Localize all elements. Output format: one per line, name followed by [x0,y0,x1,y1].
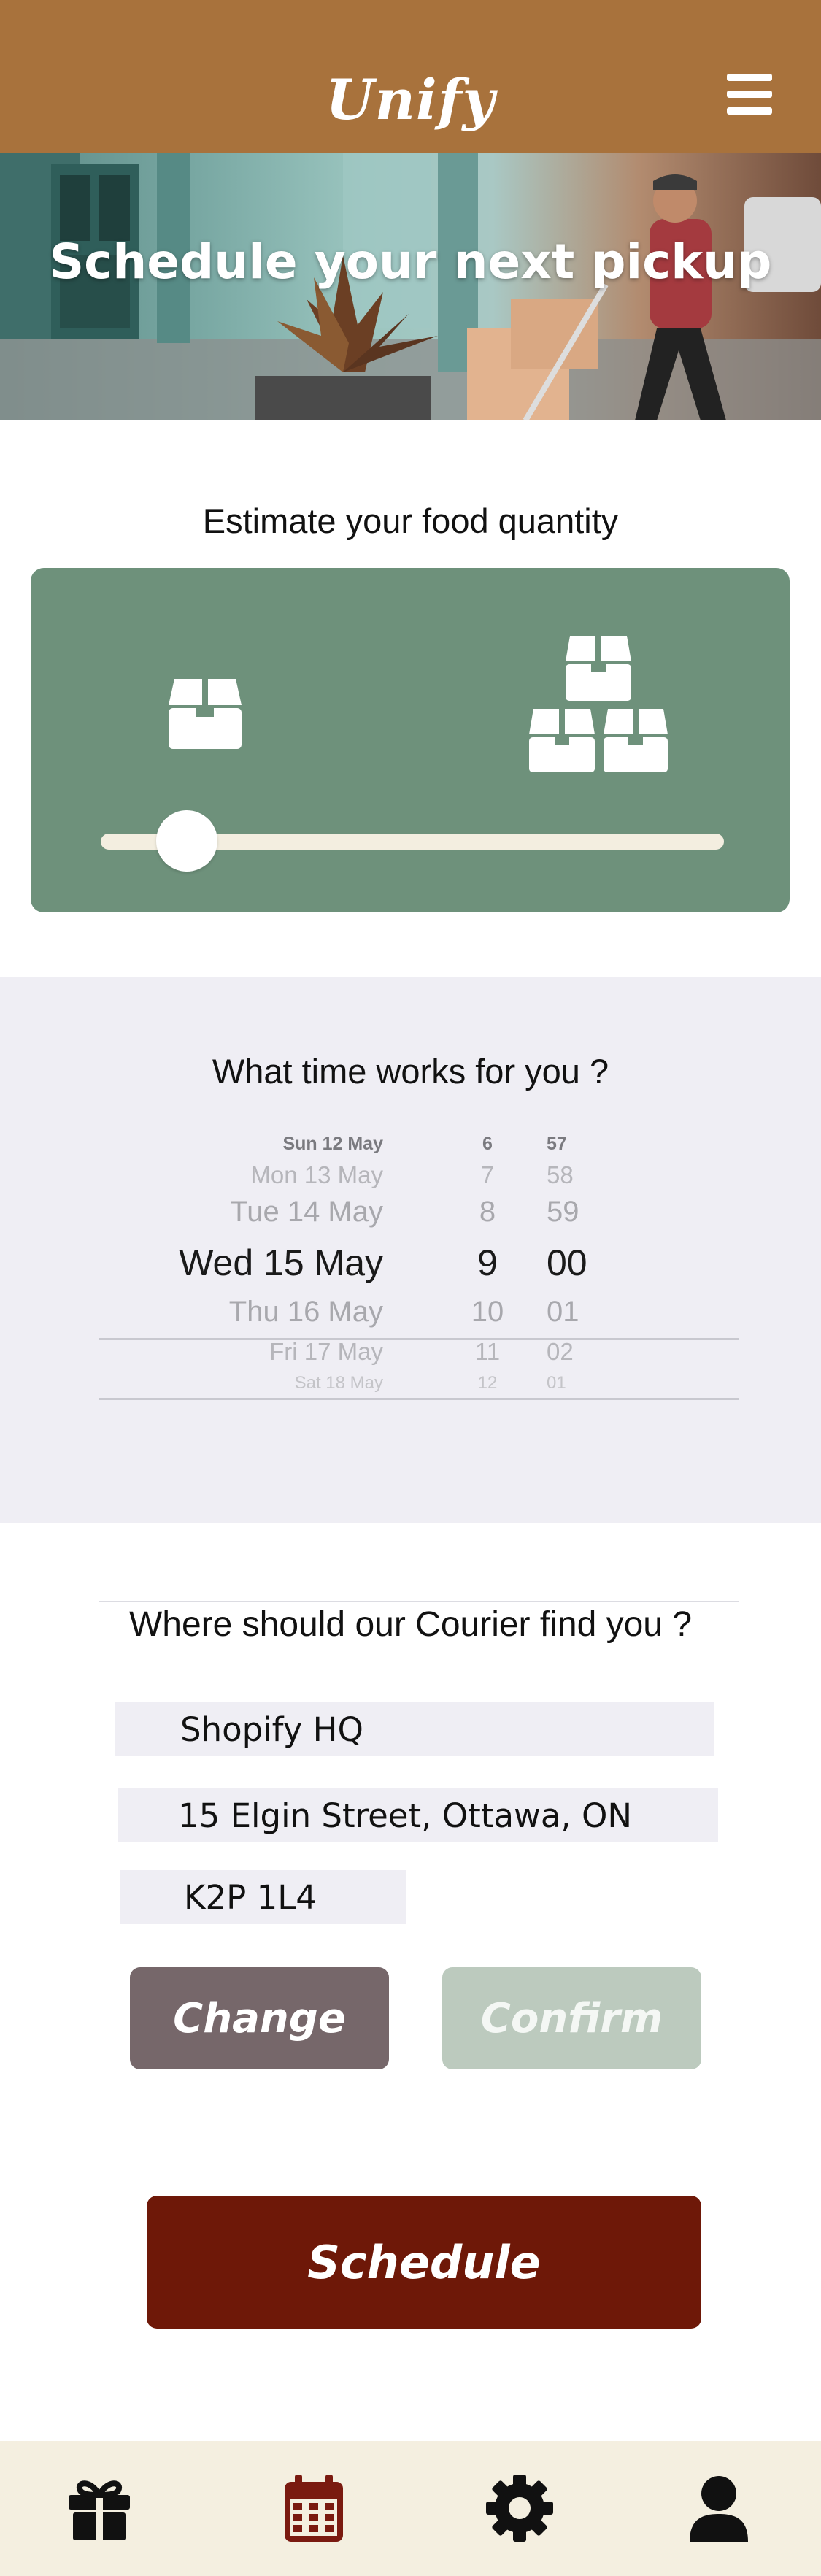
stacked-boxes-icon [529,636,668,772]
schedule-button[interactable]: Schedule [147,2196,701,2329]
date-time-picker[interactable]: Sun 12 May 6 57 Mon 13 May 7 58 Tue 14 May 8 59 W… [99,1134,741,1602]
picker-hour: 8 [479,1196,496,1228]
picker-date: Thu 16 May [228,1296,383,1328]
picker-hour: 6 [482,1134,493,1154]
picker-minute: 01 [547,1373,566,1393]
change-button[interactable]: Change [130,1967,389,2069]
picker-hour: 7 [480,1161,495,1188]
nav-item-gifts[interactable] [63,2472,136,2545]
user-icon [690,2476,748,2542]
quantity-label: Estimate your food quantity [202,501,619,540]
nav-item-settings[interactable] [483,2472,556,2545]
picker-divider [99,1601,739,1602]
picker-date: Mon 13 May [250,1161,383,1188]
picker-selection-top [99,1338,739,1340]
time-section: What time works for you ? Sun 12 May 6 57 M… [0,977,821,1602]
picker-date: Wed 15 May [179,1242,383,1283]
picker-minute: 59 [547,1196,579,1228]
postal-code-field[interactable]: K2P 1L4 [120,1870,406,1924]
gear-icon [486,2475,553,2542]
picker-hour: 10 [471,1296,504,1328]
picker-minute: 00 [547,1242,587,1283]
picker-minute: 01 [547,1296,579,1328]
picker-minute: 58 [547,1161,574,1188]
calendar-icon [285,2475,343,2542]
picker-date: Fri 17 May [269,1338,383,1365]
single-box-icon [169,679,242,749]
hamburger-menu-icon[interactable] [727,74,772,115]
street-address-field[interactable]: 15 Elgin Street, Ottawa, ON [118,1788,718,1842]
picker-date: Sat 18 May [294,1373,383,1393]
location-name-field[interactable]: Shopify HQ [115,1702,714,1756]
picker-hour: 12 [477,1373,498,1393]
confirm-button[interactable]: Confirm [442,1967,701,2069]
quantity-card [31,568,790,912]
picker-selection-bottom [99,1398,739,1400]
quantity-slider-thumb[interactable] [155,810,217,872]
picker-hour: 9 [477,1242,498,1283]
nav-item-profile[interactable] [682,2472,755,2545]
picker-date: Tue 14 May [230,1196,383,1228]
address-title: Where should our Courier find you ? [128,1605,693,1644]
gift-icon [69,2480,130,2540]
hero-title: Schedule your next pickup [49,234,772,290]
nav-item-calendar[interactable] [277,2472,350,2545]
app-header: Unify [0,0,821,153]
picker-minute: 57 [547,1134,567,1154]
hero-banner: Schedule your next pickup [0,153,821,420]
time-title: What time works for you ? [212,1052,609,1091]
picker-date: Sun 12 May [282,1134,383,1154]
app-logo: Unify [325,67,496,132]
picker-minute: 02 [547,1338,574,1365]
bottom-navigation [0,2441,821,2576]
picker-hour: 11 [474,1338,501,1365]
